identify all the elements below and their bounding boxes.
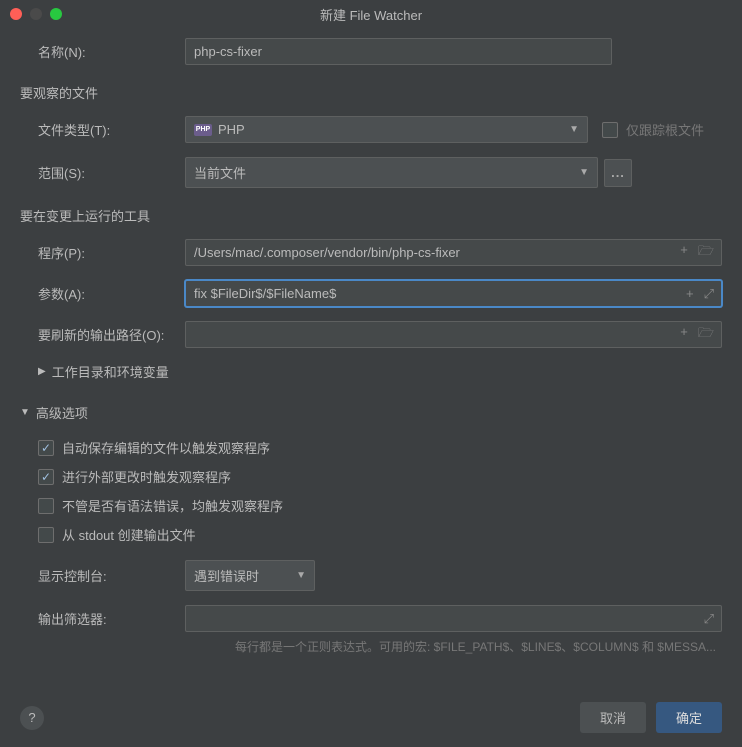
chevron-down-icon: ▼ — [569, 124, 579, 135]
external-changes-checkbox[interactable] — [38, 469, 54, 485]
plus-icon[interactable]: + — [686, 286, 694, 302]
section-tool: 要在变更上运行的工具 — [20, 206, 722, 225]
console-value: 遇到错误时 — [194, 566, 259, 585]
help-button[interactable]: ? — [20, 706, 44, 730]
file-type-value: PHP — [218, 122, 245, 137]
plus-icon[interactable]: + — [680, 324, 688, 346]
scope-select[interactable]: 当前文件 ▼ — [185, 157, 598, 188]
expand-icon[interactable]: ⤢ — [704, 611, 714, 627]
ok-button[interactable]: 确定 — [656, 702, 722, 733]
window-title: 新建 File Watcher — [320, 5, 422, 24]
external-changes-label: 进行外部更改时触发观察程序 — [62, 467, 231, 486]
output-path-input[interactable] — [185, 321, 722, 348]
output-path-label: 要刷新的输出路径(O): — [20, 325, 185, 344]
args-label: 参数(A): — [20, 284, 185, 303]
titlebar: 新建 File Watcher — [0, 0, 742, 28]
cancel-button[interactable]: 取消 — [580, 702, 646, 733]
close-window-icon[interactable] — [10, 8, 22, 20]
syntax-error-checkbox[interactable] — [38, 498, 54, 514]
section-watch-files: 要观察的文件 — [20, 83, 722, 102]
folder-icon[interactable]: 🗁 — [698, 324, 714, 346]
plus-icon[interactable]: + — [680, 242, 688, 264]
console-label: 显示控制台: — [20, 566, 185, 585]
window-controls — [10, 8, 62, 20]
chevron-down-icon: ▼ — [296, 570, 306, 581]
stdout-label: 从 stdout 创建输出文件 — [62, 525, 196, 544]
track-root-checkbox — [602, 122, 618, 138]
name-input[interactable] — [185, 38, 612, 65]
file-type-label: 文件类型(T): — [20, 120, 185, 139]
auto-save-label: 自动保存编辑的文件以触发观察程序 — [62, 438, 270, 457]
scope-browse-button[interactable]: ... — [604, 159, 632, 187]
section-advanced-label: 高级选项 — [36, 403, 88, 422]
triangle-right-icon: ▶ — [38, 366, 46, 377]
file-type-select[interactable]: PHP PHP ▼ — [185, 116, 588, 143]
advanced-expander[interactable]: ▼ 高级选项 — [20, 403, 722, 422]
working-dir-expander[interactable]: ▶ 工作目录和环境变量 — [20, 362, 722, 381]
minimize-window-icon — [30, 8, 42, 20]
args-input[interactable] — [185, 280, 722, 307]
stdout-checkbox[interactable] — [38, 527, 54, 543]
syntax-error-label: 不管是否有语法错误，均触发观察程序 — [62, 496, 283, 515]
chevron-down-icon: ▼ — [579, 167, 589, 178]
filter-label: 输出筛选器: — [20, 609, 185, 628]
maximize-window-icon[interactable] — [50, 8, 62, 20]
triangle-down-icon: ▼ — [20, 407, 30, 418]
track-root-label: 仅跟踪根文件 — [626, 120, 704, 139]
scope-value: 当前文件 — [194, 163, 246, 182]
expand-icon[interactable]: ⤢ — [704, 286, 714, 302]
console-select[interactable]: 遇到错误时 ▼ — [185, 560, 315, 591]
program-label: 程序(P): — [20, 243, 185, 262]
php-icon: PHP — [194, 124, 212, 136]
name-label: 名称(N): — [20, 42, 185, 61]
filter-hint: 每行都是一个正则表达式。可用的宏: $FILE_PATH$、$LINE$、$CO… — [20, 638, 722, 655]
filter-input[interactable] — [185, 605, 722, 632]
auto-save-checkbox[interactable] — [38, 440, 54, 456]
scope-label: 范围(S): — [20, 163, 185, 182]
folder-icon[interactable]: 🗁 — [698, 242, 714, 264]
working-dir-label: 工作目录和环境变量 — [52, 362, 169, 381]
program-input[interactable] — [185, 239, 722, 266]
